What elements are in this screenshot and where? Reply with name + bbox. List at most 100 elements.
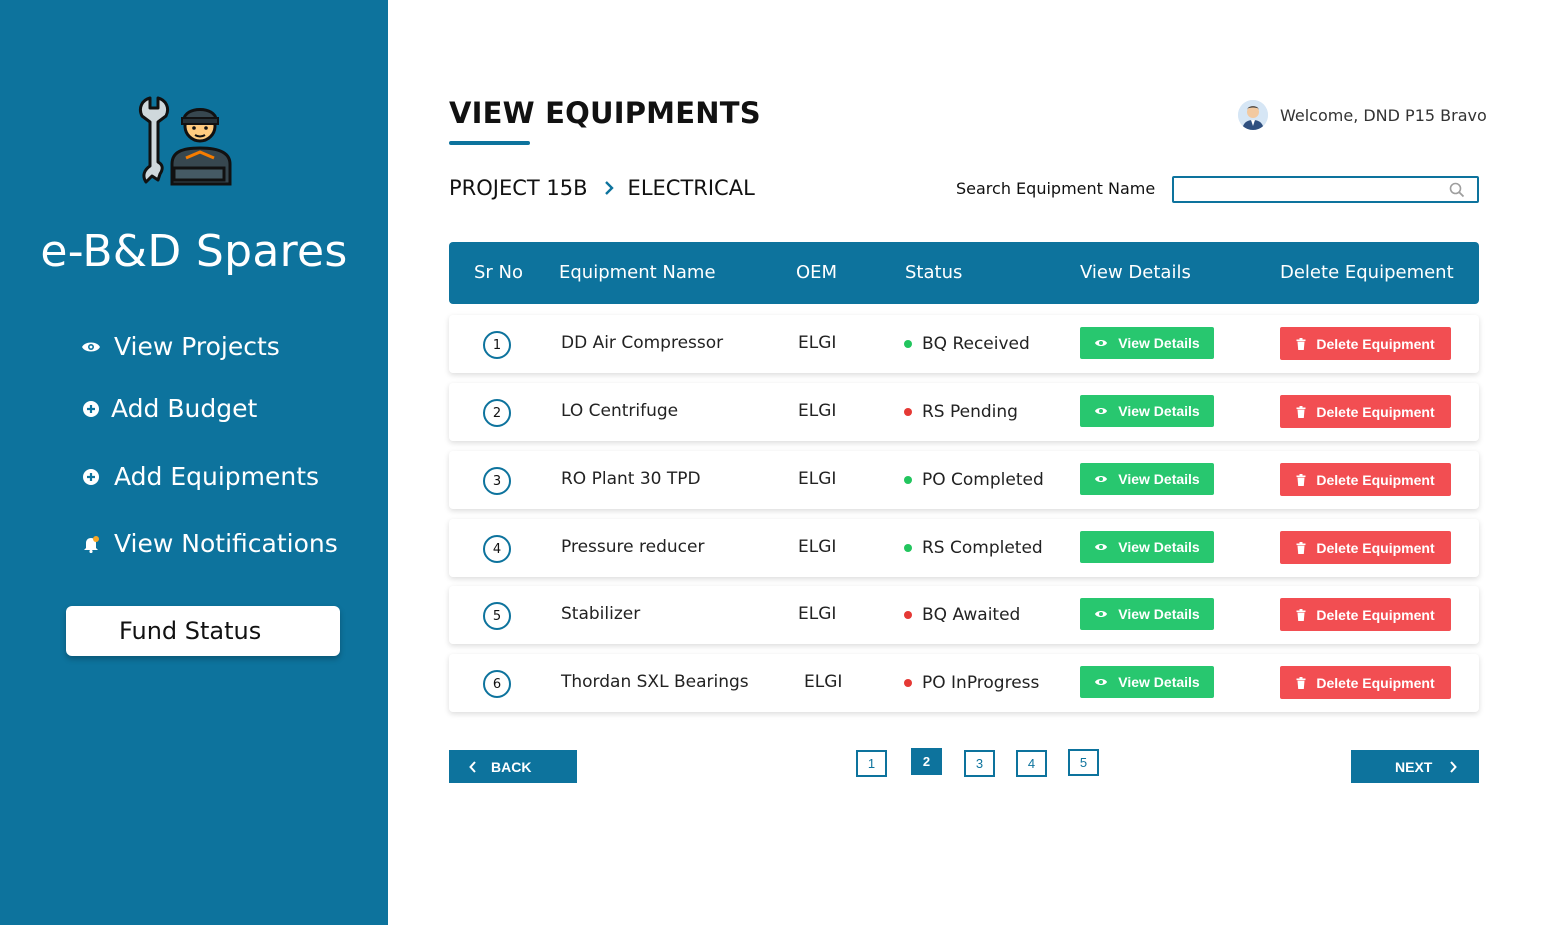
trash-icon <box>1296 405 1306 418</box>
status-text: BQ Received <box>922 334 1030 354</box>
equipment-name: DD Air Compressor <box>561 333 724 353</box>
nav-add-equipments[interactable]: Add Equipments <box>80 462 319 491</box>
delete-equipment-label: Delete Equipment <box>1316 674 1435 691</box>
trash-icon <box>1296 473 1306 486</box>
view-details-button[interactable]: View Details <box>1080 395 1214 427</box>
breadcrumb-section: ELECTRICAL <box>627 176 755 200</box>
avatar <box>1238 100 1268 130</box>
back-button[interactable]: BACK <box>449 750 577 783</box>
equipment-oem: ELGI <box>804 672 843 692</box>
view-details-label: View Details <box>1118 674 1200 690</box>
bell-icon <box>80 533 102 555</box>
user-welcome[interactable]: Welcome, DND P15 Bravo <box>1238 100 1487 130</box>
equipment-oem: ELGI <box>798 604 837 624</box>
nav-label: View Projects <box>114 332 280 361</box>
status-dot <box>904 544 912 552</box>
equipment-status: PO InProgress <box>904 673 1039 693</box>
table-row: 6 Thordan SXL Bearings ELGI PO InProgress Vi… <box>449 654 1479 712</box>
table-row: 3 RO Plant 30 TPD ELGI PO Completed View Det… <box>449 451 1479 509</box>
status-text: PO InProgress <box>922 673 1040 693</box>
nav-label: View Notifications <box>114 529 338 558</box>
equipment-oem: ELGI <box>798 537 837 557</box>
next-button[interactable]: NEXT <box>1351 750 1479 783</box>
delete-equipment-label: Delete Equipment <box>1316 606 1435 623</box>
status-text: PO Completed <box>922 470 1044 490</box>
eye-icon <box>1094 474 1108 484</box>
trash-icon <box>1296 676 1306 689</box>
view-details-label: View Details <box>1118 335 1200 351</box>
breadcrumb-project[interactable]: PROJECT 15B <box>449 176 588 200</box>
equipment-status: BQ Received <box>904 334 1030 354</box>
fund-status-button[interactable]: Fund Status <box>66 606 340 656</box>
nav-view-projects[interactable]: View Projects <box>80 332 280 361</box>
delete-equipment-label: Delete Equipment <box>1316 471 1435 488</box>
view-details-button[interactable]: View Details <box>1080 463 1214 495</box>
title-underline <box>449 141 530 145</box>
nav-add-budget[interactable]: Add Budget <box>80 394 257 423</box>
delete-equipment-button[interactable]: Delete Equipment <box>1280 598 1451 631</box>
equipment-oem: ELGI <box>798 469 837 489</box>
status-dot <box>904 340 912 348</box>
view-details-button[interactable]: View Details <box>1080 666 1214 698</box>
delete-equipment-label: Delete Equipment <box>1316 539 1435 556</box>
plus-circle-icon <box>80 466 102 488</box>
equipment-status: RS Completed <box>904 538 1043 558</box>
nav-view-notifications[interactable]: View Notifications <box>80 529 338 558</box>
view-details-label: View Details <box>1118 403 1200 419</box>
page-button[interactable]: 5 <box>1068 749 1099 776</box>
view-details-button[interactable]: View Details <box>1080 327 1214 359</box>
view-details-label: View Details <box>1118 539 1200 555</box>
header-oem: OEM <box>796 262 838 283</box>
search-input[interactable] <box>1174 178 1444 201</box>
status-text: RS Pending <box>922 402 1018 422</box>
row-number: 5 <box>483 602 511 630</box>
chevron-right-icon <box>1450 760 1458 773</box>
page-button[interactable]: 2 <box>911 748 942 775</box>
trash-icon <box>1296 541 1306 554</box>
search-icon[interactable] <box>1449 182 1465 198</box>
delete-equipment-button[interactable]: Delete Equipment <box>1280 395 1451 428</box>
table-header: Sr No Equipment Name OEM Status View Det… <box>449 242 1479 304</box>
table-row: 1 DD Air Compressor ELGI BQ Received View De… <box>449 315 1479 373</box>
chevron-left-icon <box>469 760 476 773</box>
trash-icon <box>1296 337 1306 350</box>
status-text: BQ Awaited <box>922 605 1021 625</box>
plus-circle-icon <box>80 398 102 420</box>
table-row: 2 LO Centrifuge ELGI RS Pending View Details… <box>449 383 1479 441</box>
status-dot <box>904 408 912 416</box>
nav-label: Add Equipments <box>114 462 320 491</box>
welcome-text: Welcome, DND P15 Bravo <box>1280 105 1487 125</box>
eye-icon <box>1094 609 1108 619</box>
eye-icon <box>1094 677 1108 687</box>
table-row: 5 Stabilizer ELGI BQ Awaited View Details Del… <box>449 586 1479 644</box>
equipment-oem: ELGI <box>798 401 837 421</box>
delete-equipment-button[interactable]: Delete Equipment <box>1280 531 1451 564</box>
equipment-status: BQ Awaited <box>904 605 1020 625</box>
delete-equipment-button[interactable]: Delete Equipment <box>1280 327 1451 360</box>
equipment-status: RS Pending <box>904 402 1018 422</box>
page-button[interactable]: 3 <box>964 750 995 777</box>
header-view-details: View Details <box>1080 262 1191 283</box>
back-label: BACK <box>491 758 532 775</box>
view-details-button[interactable]: View Details <box>1080 598 1214 630</box>
eye-icon <box>80 336 102 358</box>
equipment-oem: ELGI <box>798 333 837 353</box>
view-details-button[interactable]: View Details <box>1080 531 1214 563</box>
delete-equipment-label: Delete Equipment <box>1316 403 1435 420</box>
page-button[interactable]: 1 <box>856 750 887 777</box>
delete-equipment-label: Delete Equipment <box>1316 335 1435 352</box>
eye-icon <box>1094 406 1108 416</box>
delete-equipment-button[interactable]: Delete Equipment <box>1280 666 1451 699</box>
nav-label: Add Budget <box>111 394 258 423</box>
equipment-name: Stabilizer <box>561 604 641 624</box>
delete-equipment-button[interactable]: Delete Equipment <box>1280 463 1451 496</box>
equipment-name: Pressure reducer <box>561 537 705 557</box>
chevron-right-icon <box>604 180 614 196</box>
page-title: VIEW EQUIPMENTS <box>449 96 761 130</box>
next-label: NEXT <box>1395 758 1433 775</box>
row-number: 6 <box>483 670 511 698</box>
row-number: 1 <box>483 331 511 359</box>
page-button[interactable]: 4 <box>1016 750 1047 777</box>
search-label: Search Equipment Name <box>956 179 1156 198</box>
header-delete: Delete Equipement <box>1280 262 1454 283</box>
